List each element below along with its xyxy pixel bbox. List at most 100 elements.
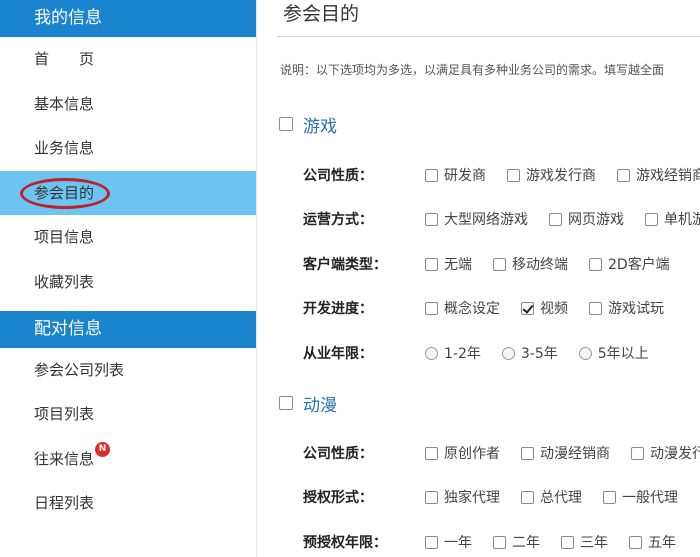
sidebar-item-home[interactable]: 首 页 [0, 37, 256, 82]
sidebar-item-project-info[interactable]: 项目信息 [0, 215, 256, 260]
checkbox[interactable] [493, 535, 506, 549]
sidebar-item-project-list[interactable]: 项目列表 [0, 392, 256, 437]
option-label: 概念设定 [444, 301, 500, 317]
option-anime-distributor[interactable]: 动漫经销商 [521, 443, 610, 463]
row-label: 运营方式： [303, 212, 373, 228]
sidebar-item-label: 项目信息 [34, 228, 95, 247]
sidebar-item-label: 基本信息 [34, 94, 95, 113]
checkbox[interactable] [589, 257, 602, 271]
checkbox[interactable] [425, 168, 438, 182]
sidebar-item-label: 参会公司列表 [34, 360, 125, 379]
category-checkbox[interactable] [279, 396, 293, 410]
checkbox[interactable] [425, 490, 438, 504]
option-label: 游戏经销商 [636, 168, 700, 184]
option-years-1-2[interactable]: 1-2年 [425, 343, 481, 363]
option-standalone[interactable]: 单机游戏 [645, 209, 700, 229]
option-original-author[interactable]: 原创作者 [425, 443, 500, 463]
sidebar-item-basic-info[interactable]: 基本信息 [0, 82, 256, 127]
checkbox[interactable] [425, 212, 438, 226]
option-label: 动漫经销商 [540, 446, 610, 462]
category-label: 游戏 [303, 116, 337, 137]
category-game[interactable]: 游戏 [279, 112, 337, 137]
sidebar-item-label: 业务信息 [34, 139, 95, 158]
checkbox-checked[interactable] [521, 301, 534, 315]
checkbox[interactable] [425, 535, 438, 549]
option-web-game[interactable]: 网页游戏 [549, 209, 624, 229]
option-mmo[interactable]: 大型网络游戏 [425, 209, 528, 229]
option-years-3-5[interactable]: 3-5年 [501, 343, 558, 363]
checkbox[interactable] [521, 490, 534, 504]
sidebar-item-purpose[interactable]: 参会目的 [0, 170, 256, 216]
option-normal-agent[interactable]: 一般代理 [603, 487, 678, 507]
option-developer[interactable]: 研发商 [425, 165, 486, 185]
checkbox[interactable] [589, 301, 602, 315]
checkbox[interactable] [603, 490, 616, 504]
option-two-years[interactable]: 二年 [493, 532, 540, 552]
row-license-form: 授权形式： 独家代理 总代理 一般代理 [303, 485, 699, 509]
sidebar-item-messages[interactable]: 往来信息 N [0, 437, 256, 482]
option-label: 移动终端 [512, 257, 568, 273]
row-company-type-anime: 公司性质： 原创作者 动漫经销商 动漫发行商 [303, 441, 700, 465]
option-demo[interactable]: 游戏试玩 [589, 298, 664, 318]
sidebar-item-favorites[interactable]: 收藏列表 [0, 260, 256, 305]
row-label: 预授权年限： [303, 535, 387, 551]
option-concept[interactable]: 概念设定 [425, 298, 500, 318]
sidebar-item-label: 日程列表 [34, 494, 95, 513]
option-label: 游戏试玩 [608, 301, 664, 317]
option-three-years[interactable]: 三年 [561, 532, 608, 552]
option-2d-client[interactable]: 2D客户端 [589, 254, 670, 274]
option-label: 5年以上 [597, 346, 649, 362]
option-label: 研发商 [444, 168, 486, 184]
section-header-matching: 配对信息 [0, 310, 256, 348]
row-label: 授权形式： [303, 490, 373, 506]
section-header-my-info: 我的信息 [0, 0, 256, 37]
radio[interactable] [578, 346, 592, 360]
checkbox[interactable] [425, 446, 438, 460]
sidebar-item-business-info[interactable]: 业务信息 [0, 126, 256, 171]
checkbox[interactable] [617, 168, 630, 182]
checkbox[interactable] [631, 446, 644, 460]
row-label: 开发进度： [303, 301, 373, 317]
row-label: 从业年限： [303, 346, 373, 362]
option-video[interactable]: 视频 [521, 298, 568, 318]
sidebar-item-label: 收藏列表 [34, 272, 95, 291]
radio[interactable] [425, 346, 438, 360]
option-label: 总代理 [540, 490, 582, 506]
notification-badge: N [95, 441, 110, 457]
option-years-5plus[interactable]: 5年以上 [578, 343, 649, 363]
sidebar-item-label: 往来信息 [34, 449, 95, 468]
row-operation-mode: 运营方式： 大型网络游戏 网页游戏 单机游戏 [303, 207, 700, 231]
category-anime[interactable]: 动漫 [279, 391, 337, 416]
option-label: 2D客户端 [608, 257, 670, 273]
sidebar-item-label: 项目列表 [34, 405, 95, 424]
sidebar: 我的信息 首 页 基本信息 业务信息 参会目的 项目信息 收藏列表 配对信息 参… [0, 0, 257, 557]
option-anime-publisher[interactable]: 动漫发行商 [631, 443, 700, 463]
row-label: 客户端类型： [303, 257, 387, 273]
option-one-year[interactable]: 一年 [425, 532, 472, 552]
checkbox[interactable] [425, 257, 438, 271]
option-general-agent[interactable]: 总代理 [521, 487, 582, 507]
checkbox[interactable] [493, 257, 506, 271]
checkbox[interactable] [507, 168, 520, 182]
option-game-publisher[interactable]: 游戏发行商 [507, 165, 596, 185]
checkbox[interactable] [549, 212, 562, 226]
radio[interactable] [501, 346, 515, 360]
row-license-years: 预授权年限： 一年 二年 三年 五年 [303, 530, 697, 554]
sidebar-item-schedule[interactable]: 日程列表 [0, 481, 256, 526]
sidebar-item-company-list[interactable]: 参会公司列表 [0, 348, 256, 393]
checkbox[interactable] [561, 535, 574, 549]
option-game-distributor[interactable]: 游戏经销商 [617, 165, 700, 185]
category-checkbox[interactable] [279, 117, 293, 131]
checkbox[interactable] [425, 301, 438, 315]
checkbox[interactable] [629, 535, 642, 549]
option-five-years[interactable]: 五年 [629, 532, 676, 552]
option-exclusive-agent[interactable]: 独家代理 [425, 487, 500, 507]
option-mobile[interactable]: 移动终端 [493, 254, 568, 274]
main-content: 参会目的 说明：以下选项均为多选，以满足具有多种业务公司的需求。填写越全面 游戏… [257, 0, 700, 557]
checkbox[interactable] [645, 212, 658, 226]
option-label: 独家代理 [444, 490, 500, 506]
checkbox[interactable] [521, 446, 534, 460]
option-no-client[interactable]: 无端 [425, 254, 472, 274]
sidebar-item-label: 首 页 [34, 50, 95, 68]
option-label: 单机游戏 [664, 212, 700, 228]
